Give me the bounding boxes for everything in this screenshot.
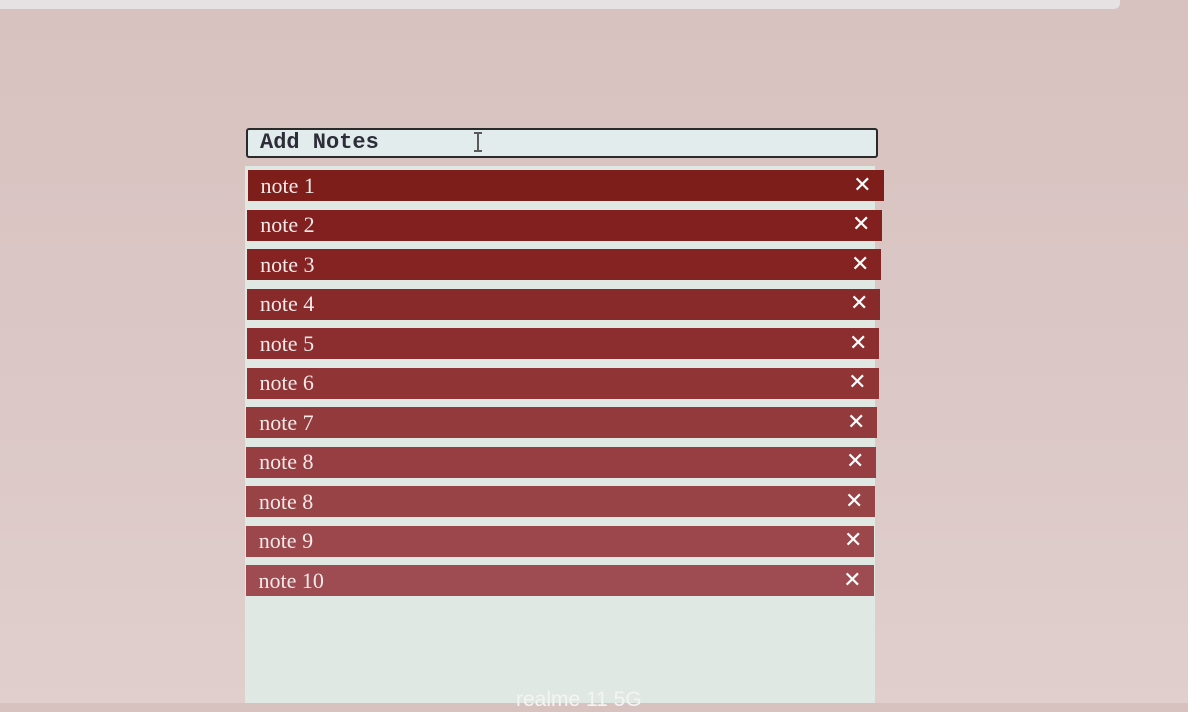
note-item[interactable]: note 8 ✕ [245,486,876,517]
add-notes-input-value: Add Notes [260,130,379,155]
browser-top-edge [0,0,1120,9]
note-label: note 8 [259,449,314,474]
close-icon[interactable]: ✕ [848,372,866,394]
note-item[interactable]: note 2 ✕ [247,209,883,241]
add-notes-input[interactable]: Add Notes [246,128,878,158]
close-icon[interactable]: ✕ [853,174,871,197]
note-item[interactable]: note 9 ✕ [245,525,875,557]
close-icon[interactable]: ✕ [845,490,863,513]
close-icon[interactable]: ✕ [850,293,868,315]
notes-app: Add Notes note 1 ✕ note 2 ✕ note 3 ✕ not… [245,126,885,703]
note-label: note 8 [258,488,314,514]
note-label: note 9 [258,528,314,553]
close-icon[interactable]: ✕ [843,569,861,592]
close-icon[interactable]: ✕ [849,332,867,355]
note-label: note 1 [260,172,315,198]
note-item[interactable]: note 5 ✕ [246,328,880,359]
close-icon[interactable]: ✕ [852,214,870,236]
note-label: note 4 [259,291,315,316]
close-icon[interactable]: ✕ [847,411,865,434]
note-item[interactable]: note 1 ✕ [247,170,884,201]
note-item[interactable]: note 7 ✕ [246,407,878,438]
camera-watermark: realme 11 5G [516,688,642,711]
note-label: note 10 [258,567,324,593]
note-item[interactable]: note 6 ✕ [246,367,879,399]
text-cursor-icon [474,132,482,152]
note-item[interactable]: note 10 ✕ [245,565,874,596]
note-label: note 6 [259,370,314,395]
note-label: note 3 [260,251,315,277]
note-item[interactable]: note 8 ✕ [246,446,877,478]
close-icon[interactable]: ✕ [846,451,864,473]
note-label: note 2 [260,212,315,237]
note-label: note 5 [259,330,315,356]
note-label: note 7 [259,409,314,435]
close-icon[interactable]: ✕ [851,253,869,276]
note-item[interactable]: note 3 ✕ [247,249,882,280]
note-item[interactable]: note 4 ✕ [246,288,881,320]
close-icon[interactable]: ✕ [844,530,862,552]
notes-list: note 1 ✕ note 2 ✕ note 3 ✕ note 4 ✕ note… [245,170,885,605]
